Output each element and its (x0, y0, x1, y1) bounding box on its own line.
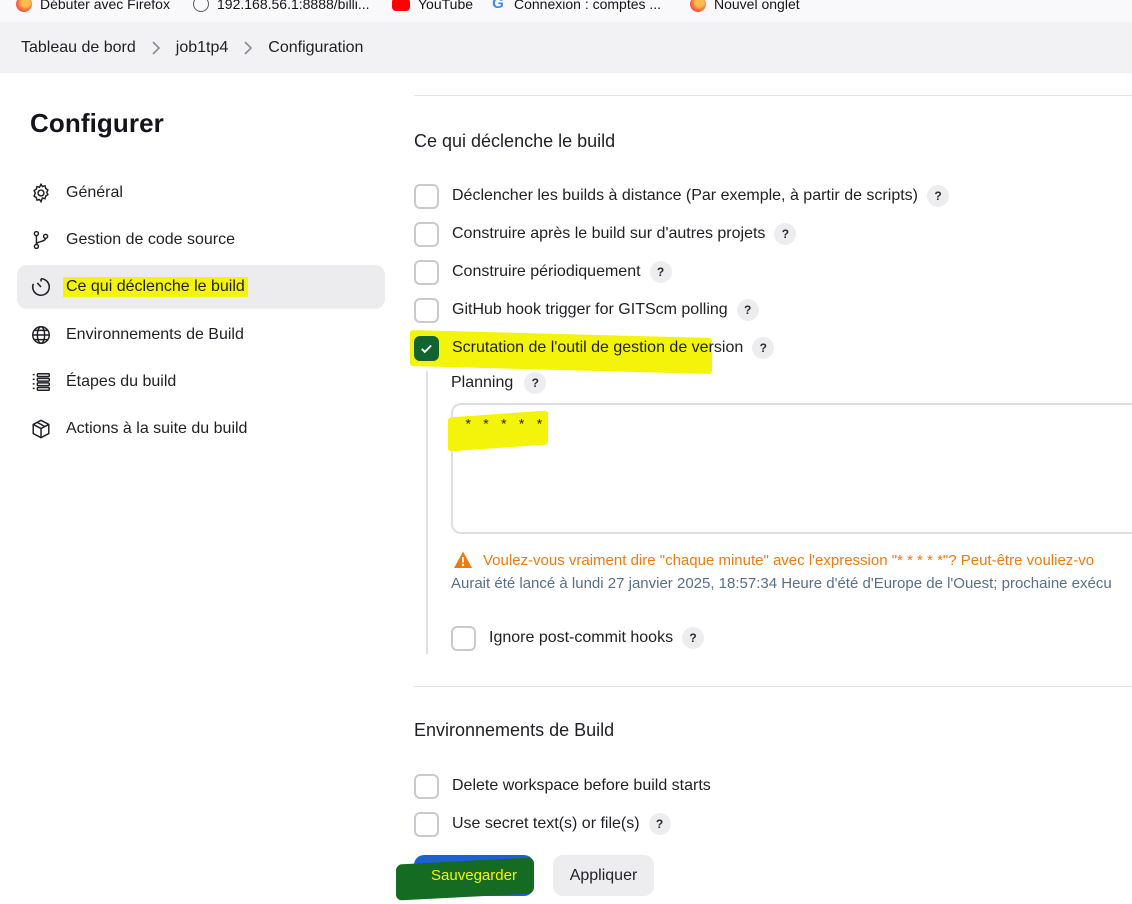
schedule-info: Aurait été lancé à lundi 27 janvier 2025… (451, 575, 1112, 592)
planning-textarea[interactable] (451, 403, 1132, 534)
help-icon[interactable]: ? (774, 223, 797, 245)
help-icon[interactable]: ? (682, 627, 705, 649)
planning-label-row: Planning ? (451, 372, 547, 394)
sidebar-item-label: Étapes du build (66, 373, 177, 390)
checkbox[interactable] (414, 811, 439, 837)
ignore-post-commit-hooks[interactable]: Ignore post-commit hooks ? (451, 625, 705, 651)
checkbox-label: Construire après le build sur d'autres p… (452, 225, 766, 242)
sidebar-item-build-steps[interactable]: Étapes du build (17, 360, 385, 404)
gear-icon (30, 182, 52, 204)
trigger-after-other-projects[interactable]: Construire après le build sur d'autres p… (414, 221, 797, 247)
bookmark-youtube[interactable]: YouTube (392, 0, 473, 15)
help-icon[interactable]: ? (752, 337, 775, 359)
help-icon[interactable]: ? (926, 185, 949, 207)
checkbox[interactable] (414, 221, 439, 247)
package-icon (30, 418, 52, 440)
globe-icon (30, 324, 52, 346)
sidebar-item-post-build-actions[interactable]: Actions à la suite du build (17, 407, 385, 451)
section-title-build-env: Environnements de Build (414, 720, 615, 740)
youtube-icon (392, 0, 410, 11)
checkbox-label: Delete workspace before build starts (452, 777, 711, 794)
bookmark-google-login[interactable]: G Connexion : comptes ... (490, 0, 661, 15)
help-icon[interactable]: ? (524, 372, 547, 394)
checkbox-label: Scrutation de l'outil de gestion de vers… (452, 339, 744, 356)
timer-icon (30, 276, 52, 298)
cron-warning: Voulez-vous vraiment dire "chaque minute… (453, 550, 1094, 570)
sidebar-item-label: Ce qui déclenche le build (63, 277, 248, 297)
checkbox-label: Ignore post-commit hooks (489, 629, 674, 646)
bookmark-firefox-start[interactable]: Débuter avec Firefox (16, 0, 170, 15)
env-secret-text[interactable]: Use secret text(s) or file(s) ? (414, 811, 671, 837)
warning-icon (453, 550, 473, 570)
trigger-periodic[interactable]: Construire périodiquement ? (414, 259, 672, 285)
checkbox[interactable] (451, 625, 476, 651)
save-button-overlay[interactable]: Sauvegarder (414, 855, 534, 896)
bookmark-label: Nouvel onglet (714, 0, 800, 12)
bookmark-label: 192.168.56.1:8888/billi... (217, 0, 370, 12)
breadcrumb: Tableau de bord job1tp4 Configuration (0, 22, 1132, 73)
bookmark-label: YouTube (418, 0, 474, 12)
checkbox[interactable] (414, 773, 439, 799)
sidebar-item-label: Gestion de code source (66, 231, 235, 248)
sidebar-item-label: Général (66, 184, 123, 201)
trigger-remote-builds[interactable]: Déclencher les builds à distance (Par ex… (414, 183, 949, 209)
planning-label: Planning (451, 374, 514, 391)
checkbox-label: Déclencher les builds à distance (Par ex… (452, 187, 918, 204)
check-icon (421, 344, 432, 353)
google-icon: G (492, 0, 504, 12)
bookmark-new-tab[interactable]: Nouvel onglet (690, 0, 800, 15)
checkbox-label: Construire périodiquement (452, 263, 641, 280)
help-icon[interactable]: ? (648, 813, 671, 835)
chevron-right-icon (151, 40, 161, 55)
breadcrumb-dashboard[interactable]: Tableau de bord (21, 39, 136, 57)
sidebar-item-label: Environnements de Build (66, 326, 244, 343)
save-button-label: Sauvegarder (431, 867, 517, 884)
sidebar-item-source-code[interactable]: Gestion de code source (17, 218, 385, 262)
sidebar-title: Configurer (30, 108, 164, 138)
chevron-right-icon (243, 40, 253, 55)
bookmark-label: Débuter avec Firefox (40, 0, 170, 12)
section-divider (414, 95, 1132, 96)
checkbox[interactable] (414, 259, 439, 285)
sidebar-item-general[interactable]: Général (17, 171, 385, 215)
nested-divider (426, 371, 428, 654)
warning-text: Voulez-vous vraiment dire "chaque minute… (483, 551, 1095, 569)
help-icon[interactable]: ? (736, 299, 759, 321)
breadcrumb-configuration[interactable]: Configuration (268, 39, 363, 57)
branch-icon (30, 229, 52, 251)
bookmark-label: Connexion : comptes ... (514, 0, 662, 12)
planning-value: * * * * * (464, 418, 545, 434)
list-icon (30, 371, 52, 393)
trigger-github-hook[interactable]: GitHub hook trigger for GITScm polling ? (414, 297, 759, 323)
section-title-triggers: Ce qui déclenche le build (414, 131, 616, 151)
checkbox-label: Use secret text(s) or file(s) (452, 815, 640, 832)
sidebar-item-label: Actions à la suite du build (66, 420, 248, 437)
apply-button-label: Appliquer (569, 866, 638, 884)
checkbox[interactable] (414, 297, 439, 323)
breadcrumb-job[interactable]: job1tp4 (176, 39, 229, 57)
globe-icon (193, 0, 209, 12)
apply-button[interactable]: Appliquer (553, 855, 654, 896)
firefox-icon (16, 0, 32, 12)
checkbox-label: GitHub hook trigger for GITScm polling (452, 301, 728, 318)
help-icon[interactable]: ? (649, 261, 672, 283)
firefox-icon (690, 0, 706, 12)
sidebar-item-build-environments[interactable]: Environnements de Build (17, 313, 385, 357)
checkbox-checked[interactable] (414, 335, 439, 361)
bookmark-billing[interactable]: 192.168.56.1:8888/billi... (193, 0, 370, 15)
checkbox[interactable] (414, 183, 439, 209)
section-divider (414, 686, 1132, 687)
trigger-scm-polling[interactable]: Scrutation de l'outil de gestion de vers… (414, 335, 775, 361)
sidebar-item-build-triggers[interactable]: Ce qui déclenche le build (17, 265, 385, 309)
bookmarks-bar: Débuter avec Firefox 192.168.56.1:8888/b… (0, 0, 1132, 22)
env-delete-workspace[interactable]: Delete workspace before build starts (414, 773, 711, 799)
